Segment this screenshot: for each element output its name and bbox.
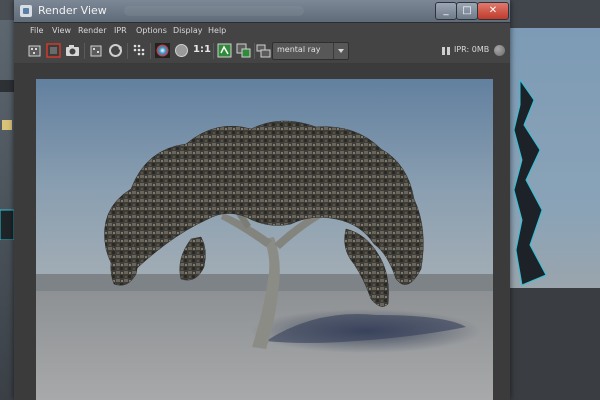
title-bar[interactable]: Render View _ □ ✕ [14, 0, 510, 23]
ipr-memory-status: IPR: 0MB [454, 45, 490, 54]
separator [254, 43, 255, 59]
render-canvas[interactable] [14, 64, 510, 400]
viewport-tree-silhouette [513, 78, 547, 286]
title-bar-glass [124, 6, 304, 16]
menu-bar: File View Render IPR Options Display Hel… [14, 23, 510, 39]
render-region-icon[interactable] [46, 43, 61, 58]
alpha-channel-icon[interactable] [174, 43, 189, 58]
snapshot-icon[interactable] [65, 43, 80, 58]
maya-app-icon [20, 5, 32, 17]
refresh-ipr-icon[interactable] [108, 43, 123, 58]
menu-options[interactable]: Options [136, 26, 167, 35]
separator [127, 43, 128, 59]
viewport-ground [510, 288, 600, 400]
redo-render-icon[interactable] [28, 43, 43, 58]
ipr-status-light-icon [494, 45, 505, 56]
separator [213, 43, 214, 59]
remove-image-icon[interactable] [236, 43, 251, 58]
chevron-down-icon [333, 43, 348, 59]
menu-ipr[interactable]: IPR [114, 26, 127, 35]
renderer-value: mental ray [277, 45, 321, 54]
separator [84, 43, 85, 59]
render-image [36, 79, 493, 400]
renderer-dropdown[interactable]: mental ray [272, 42, 349, 60]
menu-view[interactable]: View [52, 26, 71, 35]
render-dots-icon[interactable] [132, 43, 147, 58]
real-size-button[interactable]: 1:1 [193, 44, 211, 59]
ipr-render-icon[interactable] [89, 43, 104, 58]
close-button[interactable]: ✕ [477, 2, 509, 20]
rgb-channels-icon[interactable] [155, 43, 170, 58]
left-edge-icons [0, 80, 14, 240]
menu-help[interactable]: Help [208, 26, 226, 35]
render-view-window: Render View _ □ ✕ File View Render IPR O… [14, 0, 510, 400]
window-title: Render View [38, 4, 107, 17]
minimize-button[interactable]: _ [435, 2, 457, 20]
separator [150, 43, 151, 59]
rendered-tree-scene [36, 79, 493, 400]
menu-display[interactable]: Display [173, 26, 203, 35]
pause-icon[interactable] [442, 47, 450, 55]
render-settings-icon[interactable] [256, 43, 271, 58]
menu-render[interactable]: Render [78, 26, 106, 35]
maximize-button[interactable]: □ [456, 2, 478, 20]
keep-image-icon[interactable] [217, 43, 232, 58]
menu-file[interactable]: File [30, 26, 43, 35]
toolbar: 1:1 mental ray IPR: 0MB [14, 39, 510, 64]
